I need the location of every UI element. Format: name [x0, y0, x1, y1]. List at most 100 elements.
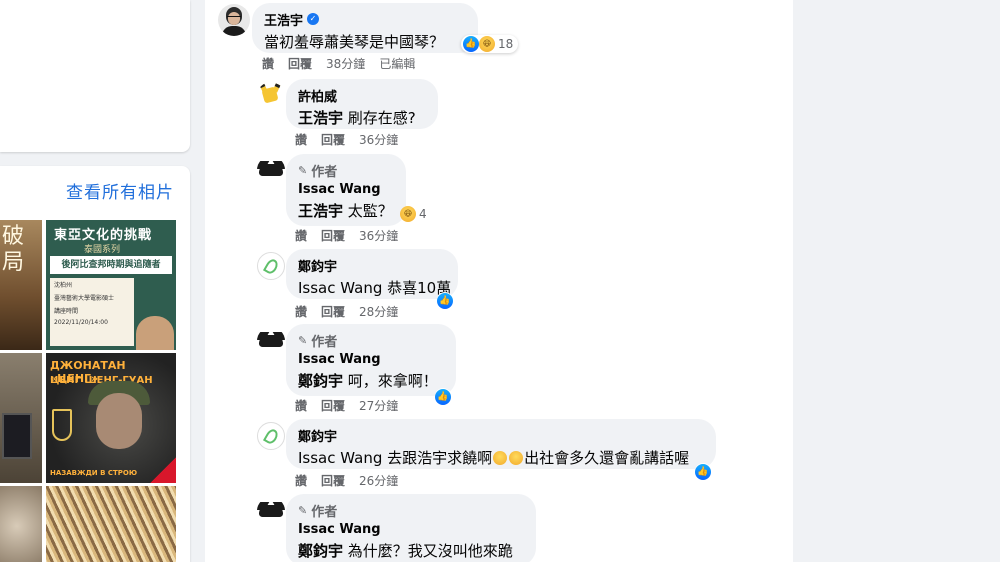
like-icon: 👍	[435, 389, 451, 405]
timestamp[interactable]: 36分鐘	[359, 132, 398, 148]
soldier-face-image	[96, 393, 142, 449]
comment-text: 出社會多久還會亂講話喔	[524, 449, 690, 467]
haha-icon: 😆	[400, 206, 416, 222]
reply-button[interactable]: 回覆	[321, 132, 345, 148]
comment-author[interactable]: Issac Wang	[298, 352, 444, 370]
photo-thumb-4[interactable]: ДЖОНАТАН «ЦЕНГ» ЦЕНГ ШЕНГ-ГУАН НАЗАВЖДИ …	[46, 353, 176, 483]
comment-text: 呵，來拿啊！	[347, 372, 438, 390]
like-button[interactable]: 讚	[295, 132, 307, 148]
comment-author[interactable]: 鄭鈞宇	[298, 426, 337, 445]
timestamp[interactable]: 28分鐘	[359, 304, 398, 320]
like-button[interactable]: 讚	[295, 228, 307, 244]
reaction-summary[interactable]: 👍	[437, 292, 453, 310]
avatar[interactable]	[218, 4, 250, 36]
like-button[interactable]: 讚	[295, 473, 307, 489]
pencil-icon: ✎	[298, 163, 308, 177]
like-button[interactable]: 讚	[262, 56, 274, 72]
timestamp[interactable]: 26分鐘	[359, 473, 398, 489]
avatar[interactable]	[257, 422, 285, 450]
comment-actions: 讚 回覆 36分鐘	[295, 228, 398, 244]
author-badge: 作者	[311, 164, 338, 180]
mention-link[interactable]: 鄭鈞宇	[298, 372, 343, 390]
timestamp[interactable]: 38分鐘	[326, 56, 365, 72]
thumb-1-text: 破 局	[2, 224, 25, 275]
comment-actions: 讚 回覆 38分鐘 已編輯	[262, 56, 415, 72]
comment-feed: 王浩宇 ✓ 當初羞辱蕭美琴是中國琴？ 👍 😆 18 讚 回覆 38分鐘 已編輯 …	[205, 0, 793, 562]
reaction-count: 18	[498, 37, 514, 51]
comment-bubble: ✎ 作者 Issac Wang 王浩宇 太監？	[286, 154, 406, 226]
reply-button[interactable]: 回覆	[321, 304, 345, 320]
mention-link[interactable]: Issac Wang	[298, 279, 382, 297]
pencil-icon: ✎	[298, 333, 308, 347]
laughing-emoji-icon	[509, 451, 524, 465]
reply-button[interactable]: 回覆	[321, 398, 345, 414]
photos-card: 查看所有相片 破 局 東亞文化的挑戰 泰國系列 後阿比查邦時期與追隨者 沈柏州 …	[0, 166, 190, 562]
poster-info-box: 沈柏州 臺灣藝術大學電影碩士 講座時間 2022/11/20/14:00	[50, 278, 134, 346]
comment-author[interactable]: Issac Wang	[298, 522, 524, 540]
like-icon: 👍	[463, 36, 479, 52]
pencil-icon: ✎	[298, 503, 308, 517]
comment-text-row: 王浩宇 太監？	[298, 200, 394, 222]
reaction-summary[interactable]: 👍	[435, 388, 451, 406]
avatar[interactable]	[257, 497, 285, 525]
poster-line: 沈柏州	[54, 282, 73, 289]
photo-thumb-3[interactable]	[0, 353, 42, 483]
comment-text: 刷存在感?	[347, 109, 416, 127]
poster-line: НАЗАВЖДИ В СТРОЮ	[50, 469, 138, 477]
comment-bubble: 鄭鈞宇 Issac Wang 去跟浩宇求饒啊 出社會多久還會亂講話喔	[286, 419, 716, 469]
photo-thumb-5[interactable]	[0, 486, 42, 562]
reply-button[interactable]: 回覆	[321, 473, 345, 489]
mention-link[interactable]: 鄭鈞宇	[298, 542, 343, 560]
comment-actions: 讚 回覆 26分鐘	[295, 473, 398, 489]
comment-author[interactable]: Issac Wang	[298, 182, 394, 200]
comment-actions: 讚 回覆 28分鐘	[295, 304, 398, 320]
trident-emblem-icon	[52, 409, 72, 441]
poster-line: 講座時間	[54, 308, 79, 315]
edited-label: 已編輯	[379, 57, 416, 71]
comment-text-row: Issac Wang 恭喜10萬	[298, 277, 451, 299]
timestamp[interactable]: 36分鐘	[359, 228, 398, 244]
reaction-count: 4	[419, 207, 427, 221]
reply-button[interactable]: 回覆	[288, 56, 312, 72]
avatar[interactable]	[257, 252, 285, 280]
timestamp[interactable]: 27分鐘	[359, 398, 398, 414]
mention-link[interactable]: 王浩宇	[298, 202, 343, 220]
comment-text-row: Issac Wang 去跟浩宇求饒啊 出社會多久還會亂講話喔	[298, 447, 704, 469]
photo-thumb-6[interactable]	[46, 486, 176, 562]
author-badge: 作者	[311, 334, 338, 350]
poster-person-image	[136, 316, 174, 350]
device-image	[2, 413, 32, 459]
poster-subtitle: 泰國系列	[84, 245, 121, 255]
comment-author[interactable]: 王浩宇	[264, 10, 303, 29]
verified-badge-icon: ✓	[307, 13, 320, 25]
like-button[interactable]: 讚	[295, 304, 307, 320]
comment-text: 為什麼？我又沒叫他來跪	[347, 542, 513, 560]
poster-line: 2022/11/20/14:00	[54, 319, 108, 326]
reply-button[interactable]: 回覆	[321, 228, 345, 244]
left-card-top	[0, 0, 190, 152]
comment-bubble: 許柏威 王浩宇 刷存在感?	[286, 79, 438, 129]
comment-text-row: 鄭鈞宇 呵，來拿啊！	[298, 370, 444, 392]
photo-thumb-1[interactable]: 破 局	[0, 220, 42, 350]
photo-thumb-2[interactable]: 東亞文化的挑戰 泰國系列 後阿比查邦時期與追隨者 沈柏州 臺灣藝術大學電影碩士 …	[46, 220, 176, 350]
mention-link[interactable]: 王浩宇	[298, 109, 343, 127]
laughing-emoji-icon	[493, 451, 508, 465]
mention-link[interactable]: Issac Wang	[298, 449, 382, 467]
avatar[interactable]	[257, 327, 285, 355]
reaction-summary[interactable]: 👍	[695, 463, 711, 481]
comment-text-row: 王浩宇 刷存在感?	[298, 107, 426, 129]
reaction-summary[interactable]: 😆 4	[398, 205, 432, 223]
like-button[interactable]: 讚	[295, 398, 307, 414]
comment-text: 太監？	[347, 202, 393, 220]
comment-text: 當初羞辱蕭美琴是中國琴？	[264, 33, 445, 51]
comment-bubble: 鄭鈞宇 Issac Wang 恭喜10萬	[286, 249, 458, 299]
comment-bubble: ✎ 作者 Issac Wang 鄭鈞宇 呵，來拿啊！	[286, 324, 456, 396]
haha-icon: 😆	[479, 36, 495, 52]
reaction-summary[interactable]: 👍 😆 18	[461, 35, 519, 53]
avatar[interactable]	[257, 156, 285, 184]
comment-author[interactable]: 許柏威	[298, 86, 337, 105]
poster-title: 東亞文化的挑戰	[54, 228, 153, 243]
avatar[interactable]	[257, 82, 285, 110]
see-all-photos-link[interactable]: 查看所有相片	[66, 178, 174, 203]
comment-author[interactable]: 鄭鈞宇	[298, 256, 337, 275]
